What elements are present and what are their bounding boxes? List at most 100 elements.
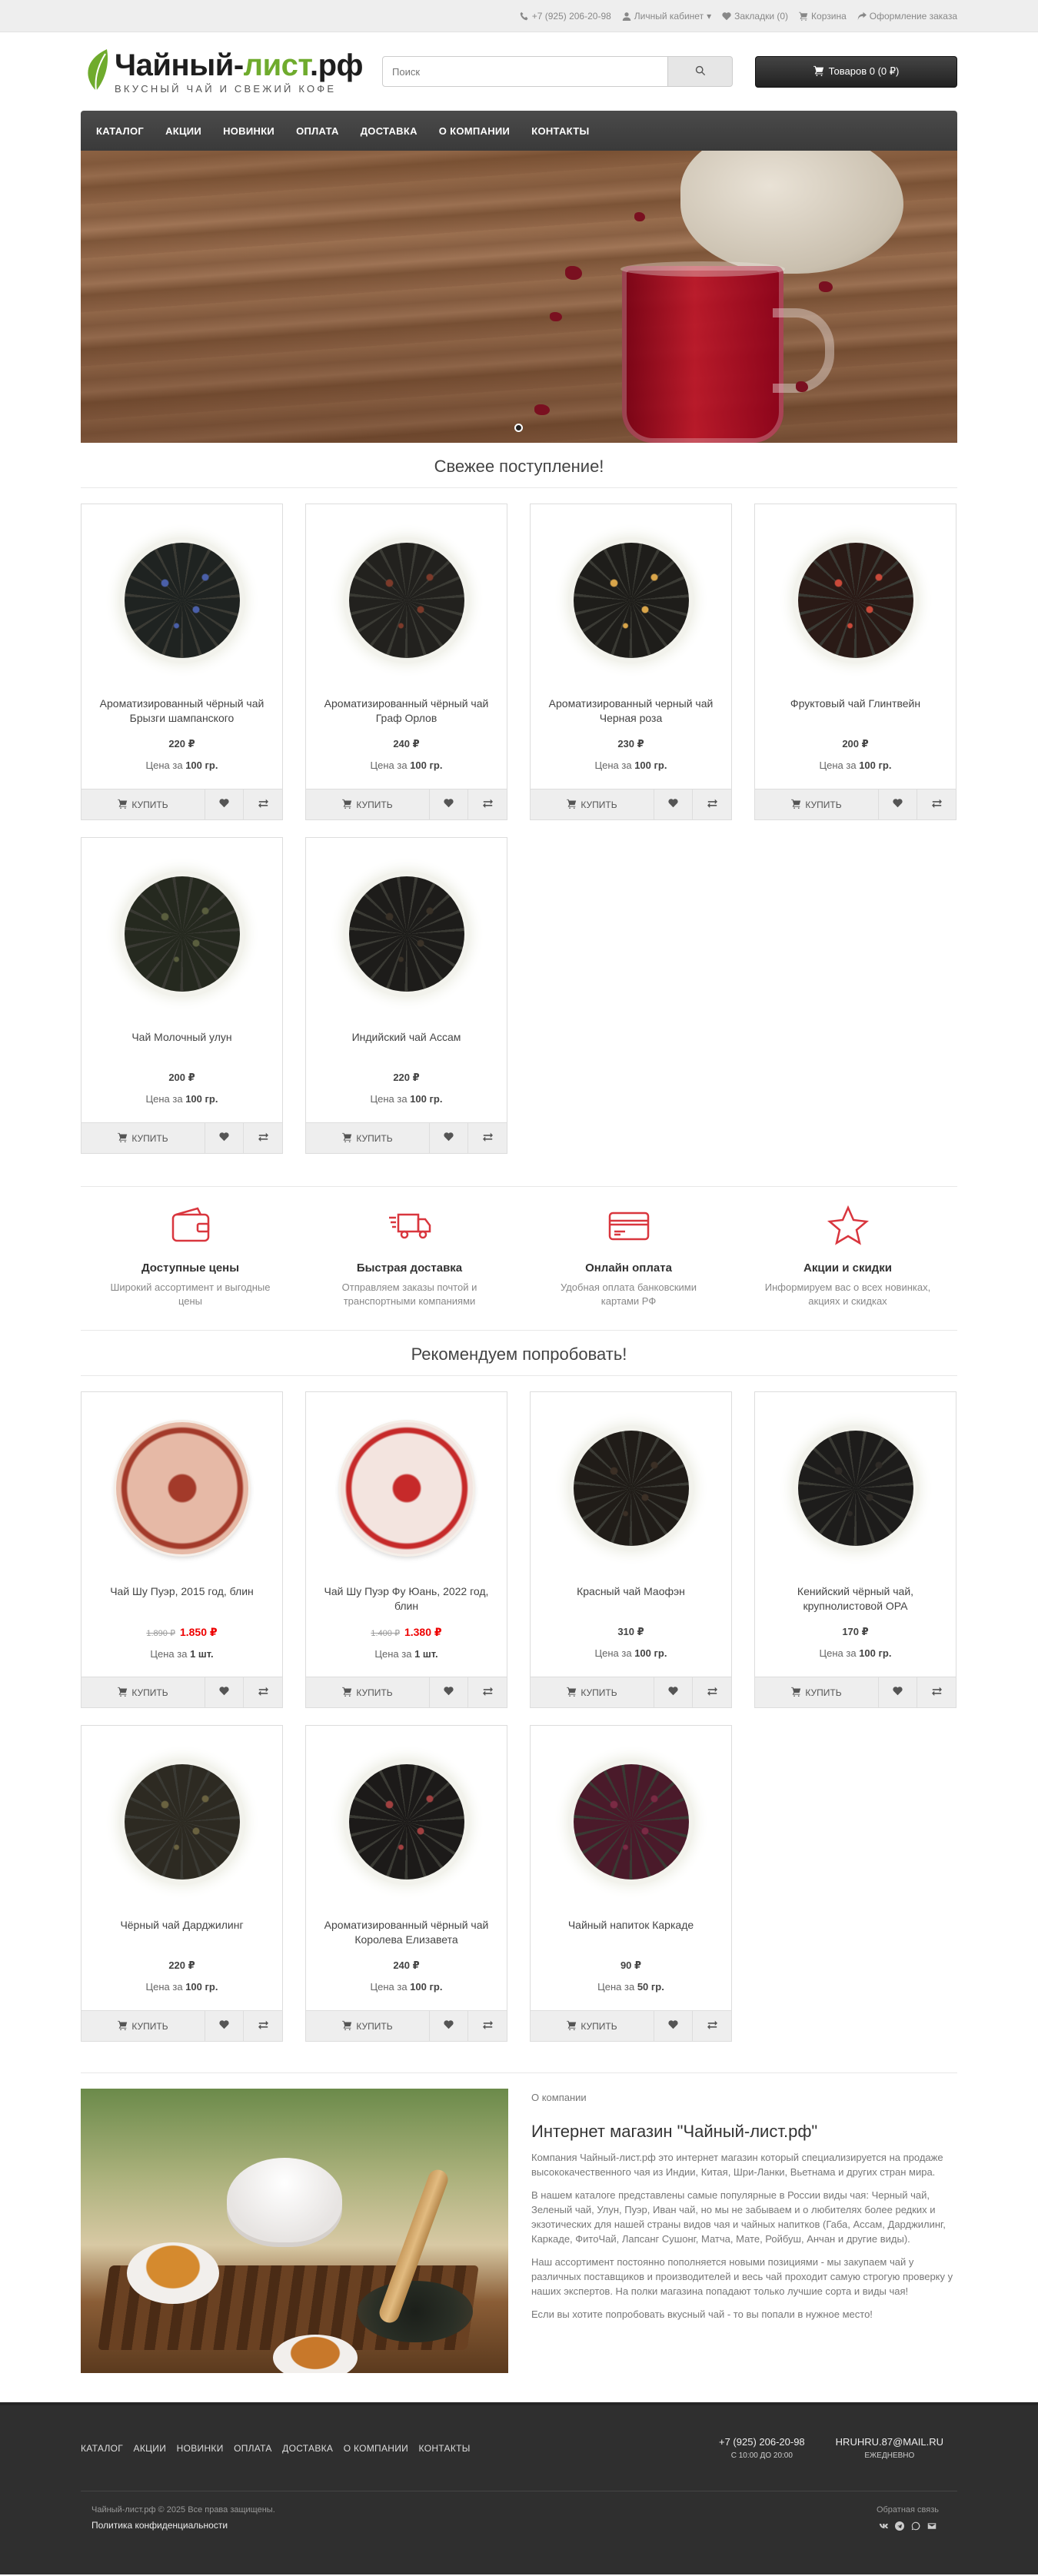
product-name[interactable]: Ароматизированный черный чай Черная роза: [531, 696, 731, 729]
wishlist-button[interactable]: [205, 1123, 244, 1153]
product-card[interactable]: Чёрный чай Дарджилинг 220 ₽ Цена за 100 гр…: [81, 1725, 283, 2042]
wishlist-button[interactable]: [654, 2011, 693, 2041]
footer-link-catalog[interactable]: КАТАЛОГ: [81, 2443, 123, 2454]
buy-button[interactable]: КУПИТЬ: [82, 1123, 205, 1153]
product-name[interactable]: Чайный напиток Каркаде: [531, 1918, 731, 1950]
product-name[interactable]: Индийский чай Ассам: [306, 1030, 507, 1062]
buy-button[interactable]: КУПИТЬ: [306, 2011, 430, 2041]
product-image[interactable]: [306, 1392, 507, 1584]
product-card[interactable]: Красный чай Маофэн 310 ₽ Цена за 100 гр. КУ…: [530, 1391, 732, 1708]
footer-link-new[interactable]: НОВИНКИ: [177, 2443, 224, 2454]
compare-button[interactable]: [468, 1123, 507, 1153]
nav-catalog[interactable]: КАТАЛОГ: [85, 125, 155, 137]
product-image[interactable]: [531, 1726, 731, 1918]
topbar-phone[interactable]: +7 (925) 206-20-98: [520, 11, 611, 22]
product-card[interactable]: Ароматизированный чёрный чай Брызги шамп…: [81, 504, 283, 820]
footer-link-about[interactable]: О КОМПАНИИ: [344, 2443, 408, 2454]
product-card[interactable]: Фруктовый чай Глинтвейн 200 ₽ Цена за 100 …: [754, 504, 956, 820]
product-name[interactable]: Чёрный чай Дарджилинг: [82, 1918, 282, 1950]
buy-button[interactable]: КУПИТЬ: [531, 789, 654, 819]
product-name[interactable]: Фруктовый чай Глинтвейн: [755, 696, 956, 729]
footer-link-contacts[interactable]: КОНТАКТЫ: [419, 2443, 471, 2454]
product-card[interactable]: Ароматизированный чёрный чай Граф Орлов 2…: [305, 504, 507, 820]
product-name[interactable]: Ароматизированный чёрный чай Брызги шамп…: [82, 696, 282, 729]
feedback-link[interactable]: Обратная связь: [877, 2505, 939, 2515]
wishlist-button[interactable]: [430, 2011, 468, 2041]
product-card[interactable]: Ароматизированный черный чай Черная роза…: [530, 504, 732, 820]
footer-phone-block[interactable]: +7 (925) 206-20-98 С 10:00 ДО 20:00: [719, 2436, 805, 2460]
compare-button[interactable]: [244, 789, 282, 819]
wishlist-button[interactable]: [430, 1677, 468, 1707]
product-image[interactable]: [82, 838, 282, 1030]
compare-button[interactable]: [468, 789, 507, 819]
product-name[interactable]: Ароматизированный чёрный чай Королева Ел…: [306, 1918, 507, 1950]
product-name[interactable]: Кенийский чёрный чай, крупнолистовой OPA: [755, 1584, 956, 1617]
product-image[interactable]: [306, 504, 507, 696]
nav-new[interactable]: НОВИНКИ: [212, 125, 285, 137]
nav-about[interactable]: О КОМПАНИИ: [428, 125, 521, 137]
compare-button[interactable]: [468, 1677, 507, 1707]
buy-button[interactable]: КУПИТЬ: [82, 2011, 205, 2041]
buy-button[interactable]: КУПИТЬ: [82, 789, 205, 819]
product-card[interactable]: Чай Молочный улун 200 ₽ Цена за 100 гр. КУП…: [81, 837, 283, 1154]
product-image[interactable]: [755, 504, 956, 696]
nav-payment[interactable]: ОПЛАТА: [285, 125, 350, 137]
compare-button[interactable]: [244, 1123, 282, 1153]
product-name[interactable]: Чай Шу Пуэр, 2015 год, блин: [82, 1584, 282, 1617]
topbar-account[interactable]: Личный кабинет ▾: [622, 11, 711, 22]
wishlist-button[interactable]: [430, 789, 468, 819]
about-breadcrumb[interactable]: О компании: [531, 2092, 957, 2103]
product-image[interactable]: [531, 1392, 731, 1584]
product-name[interactable]: Красный чай Маофэн: [531, 1584, 731, 1617]
wishlist-button[interactable]: [654, 789, 693, 819]
product-card[interactable]: Чайный напиток Каркаде 90 ₽ Цена за 50 гр.…: [530, 1725, 732, 2042]
nav-promotions[interactable]: АКЦИИ: [155, 125, 212, 137]
product-card[interactable]: Кенийский чёрный чай, крупнолистовой OPA…: [754, 1391, 956, 1708]
buy-button[interactable]: КУПИТЬ: [755, 1677, 879, 1707]
product-image[interactable]: [82, 1726, 282, 1918]
footer-link-promotions[interactable]: АКЦИИ: [134, 2443, 167, 2454]
compare-button[interactable]: [917, 789, 956, 819]
buy-button[interactable]: КУПИТЬ: [755, 789, 879, 819]
compare-button[interactable]: [693, 2011, 731, 2041]
topbar-bookmarks[interactable]: Закладки (0): [722, 11, 788, 22]
logo[interactable]: Чайный-лист.рф ВКУСНЫЙ ЧАЙ И СВЕЖИЙ КОФЕ: [81, 48, 382, 96]
compare-button[interactable]: [244, 1677, 282, 1707]
product-name[interactable]: Ароматизированный чёрный чай Граф Орлов: [306, 696, 507, 729]
compare-button[interactable]: [693, 789, 731, 819]
compare-button[interactable]: [917, 1677, 956, 1707]
nav-delivery[interactable]: ДОСТАВКА: [350, 125, 428, 137]
nav-contacts[interactable]: КОНТАКТЫ: [521, 125, 600, 137]
product-image[interactable]: [82, 504, 282, 696]
product-name[interactable]: Чай Шу Пуэр Фу Юань, 2022 год, блин: [306, 1584, 507, 1617]
topbar-checkout[interactable]: Оформление заказа: [857, 11, 957, 22]
search-input[interactable]: [382, 56, 668, 87]
topbar-cart[interactable]: Корзина: [799, 11, 847, 22]
buy-button[interactable]: КУПИТЬ: [306, 1677, 430, 1707]
wishlist-button[interactable]: [205, 2011, 244, 2041]
product-name[interactable]: Чай Молочный улун: [82, 1030, 282, 1062]
product-image[interactable]: [306, 1726, 507, 1918]
wishlist-button[interactable]: [430, 1123, 468, 1153]
wishlist-button[interactable]: [654, 1677, 693, 1707]
search-button[interactable]: [668, 56, 733, 87]
product-image[interactable]: [306, 838, 507, 1030]
wishlist-button[interactable]: [879, 1677, 917, 1707]
buy-button[interactable]: КУПИТЬ: [531, 2011, 654, 2041]
footer-link-delivery[interactable]: ДОСТАВКА: [282, 2443, 333, 2454]
product-image[interactable]: [755, 1392, 956, 1584]
wishlist-button[interactable]: [205, 789, 244, 819]
cart-button[interactable]: Товаров 0 (0 ₽): [755, 55, 957, 88]
footer-email-block[interactable]: HRUHRU.87@MAIL.RU ЕЖЕДНЕВНО: [836, 2436, 943, 2460]
buy-button[interactable]: КУПИТЬ: [306, 789, 430, 819]
vk-icon[interactable]: [879, 2521, 888, 2534]
mail-icon[interactable]: [927, 2521, 937, 2534]
privacy-policy-link[interactable]: Политика конфиденциальности: [91, 2520, 275, 2531]
compare-button[interactable]: [468, 2011, 507, 2041]
whatsapp-icon[interactable]: [911, 2521, 920, 2534]
hero-banner[interactable]: [81, 151, 957, 443]
compare-button[interactable]: [693, 1677, 731, 1707]
buy-button[interactable]: КУПИТЬ: [306, 1123, 430, 1153]
product-card[interactable]: Чай Шу Пуэр Фу Юань, 2022 год, блин 1.400…: [305, 1391, 507, 1708]
product-card[interactable]: Индийский чай Ассам 220 ₽ Цена за 100 гр. К…: [305, 837, 507, 1154]
